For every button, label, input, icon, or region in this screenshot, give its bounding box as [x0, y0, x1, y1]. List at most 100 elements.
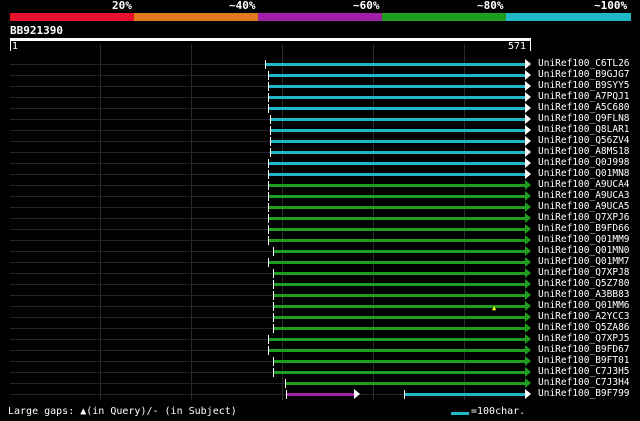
- hit-name-link[interactable]: UniRef100_Q5ZA86: [538, 322, 630, 333]
- hit-bar[interactable]: [273, 371, 525, 374]
- hit-start-cap: [273, 357, 274, 366]
- hit-arrow-icon: [525, 356, 531, 366]
- hit-name-link[interactable]: UniRef100_B9SYY5: [538, 80, 630, 91]
- hit-bar[interactable]: [268, 96, 525, 99]
- hit-bar[interactable]: [268, 195, 525, 198]
- hit-start-cap: [273, 280, 274, 289]
- hit-arrow-icon: [525, 202, 531, 212]
- hit-start-cap: [268, 159, 269, 168]
- hit-name-link[interactable]: UniRef100_B9FT01: [538, 355, 630, 366]
- hit-name-link[interactable]: UniRef100_Q7XPJ6: [538, 212, 630, 223]
- hit-bar[interactable]: [268, 206, 525, 209]
- hit-arrow-icon: [525, 367, 531, 377]
- hit-start-cap: [268, 181, 269, 190]
- hit-name-link[interactable]: UniRef100_Q7XPJ5: [538, 333, 630, 344]
- hit-arrow-icon: [525, 103, 531, 113]
- scale-label-40: ~40%: [229, 0, 256, 12]
- hit-name-link[interactable]: UniRef100_A9UCA3: [538, 190, 630, 201]
- scale-label-20: 20%: [112, 0, 132, 12]
- hit-name-link[interactable]: UniRef100_Q01MN8: [538, 168, 630, 179]
- hit-start-cap: [268, 93, 269, 102]
- hit-bar[interactable]: [273, 272, 525, 275]
- hit-bar[interactable]: [273, 283, 525, 286]
- hit-unaligned-region: [10, 317, 273, 318]
- hit-unaligned-region: [10, 119, 270, 120]
- hit-bar[interactable]: [270, 140, 525, 143]
- hit-bar[interactable]: [265, 63, 525, 66]
- hit-bar[interactable]: [268, 107, 525, 110]
- hit-bar[interactable]: [268, 338, 525, 341]
- hit-bar[interactable]: [268, 162, 525, 165]
- hit-name-link[interactable]: UniRef100_A3BB83: [538, 289, 630, 300]
- hit-start-cap: [404, 390, 405, 399]
- hit-bar[interactable]: [273, 305, 525, 308]
- hit-bar[interactable]: [270, 118, 525, 121]
- hit-bar[interactable]: [285, 382, 525, 385]
- hit-name-link[interactable]: UniRef100_Q56ZV4: [538, 135, 630, 146]
- hit-unaligned-region: [10, 97, 268, 98]
- hit-name-link[interactable]: UniRef100_Q9FLN8: [538, 113, 630, 124]
- hit-bar[interactable]: [268, 239, 525, 242]
- hit-arrow-icon: [525, 246, 531, 256]
- hit-bar[interactable]: [268, 228, 525, 231]
- scale-label-100: ~100%: [594, 0, 628, 12]
- hit-name-link[interactable]: UniRef100_B9F799: [538, 388, 630, 399]
- hit-name-link[interactable]: UniRef100_A9UCA5: [538, 201, 630, 212]
- hit-start-cap: [273, 247, 274, 256]
- hit-bar-segment[interactable]: [286, 393, 354, 396]
- hit-name-link[interactable]: UniRef100_A2YCC3: [538, 311, 630, 322]
- scale-segment-60: [258, 13, 382, 21]
- hit-name-link[interactable]: UniRef100_Q5Z780: [538, 278, 630, 289]
- scale-legend-text: =100char.: [471, 406, 526, 417]
- hit-name-link[interactable]: UniRef100_A9UCA4: [538, 179, 630, 190]
- hit-name-link[interactable]: UniRef100_Q7XPJ8: [538, 267, 630, 278]
- hit-arrow-icon: [525, 345, 531, 355]
- hit-arrow-icon: [525, 301, 531, 311]
- hit-arrow-icon: [525, 158, 531, 168]
- hit-bar[interactable]: [268, 349, 525, 352]
- hit-unaligned-region: [10, 163, 268, 164]
- hit-bar[interactable]: [273, 360, 525, 363]
- gaps-legend: Large gaps: ▲(in Query)/- (in Subject): [8, 406, 237, 417]
- hit-name-link[interactable]: UniRef100_A7PQJ1: [538, 91, 630, 102]
- hit-bar[interactable]: [270, 129, 525, 132]
- hit-bar[interactable]: [273, 327, 525, 330]
- hit-bar[interactable]: [273, 316, 525, 319]
- hit-name-link[interactable]: UniRef100_B9FD67: [538, 344, 630, 355]
- hit-name-link[interactable]: UniRef100_Q01MN0: [538, 245, 630, 256]
- hit-arrow-icon: [525, 323, 531, 333]
- hit-start-cap: [273, 302, 274, 311]
- hit-unaligned-region: [10, 185, 268, 186]
- hit-bar[interactable]: [268, 85, 525, 88]
- hit-name-link[interactable]: UniRef100_B9GJG7: [538, 69, 630, 80]
- hit-name-link[interactable]: UniRef100_C6TL26: [538, 58, 630, 69]
- hit-bar[interactable]: [268, 173, 525, 176]
- hit-name-link[interactable]: UniRef100_Q01MM6: [538, 300, 630, 311]
- hit-name-link[interactable]: UniRef100_Q0J998: [538, 157, 630, 168]
- hit-bar[interactable]: [273, 294, 525, 297]
- hit-arrow-icon: [354, 389, 360, 399]
- hit-bar[interactable]: [273, 250, 525, 253]
- hit-unaligned-region: [10, 152, 270, 153]
- hit-name-link[interactable]: UniRef100_B9FD66: [538, 223, 630, 234]
- hit-arrow-icon: [525, 389, 531, 399]
- hit-bar[interactable]: [268, 74, 525, 77]
- hit-arrow-icon: [525, 70, 531, 80]
- hit-bar[interactable]: [268, 261, 525, 264]
- hit-bar[interactable]: [270, 151, 525, 154]
- hit-name-link[interactable]: UniRef100_Q01MM7: [538, 256, 630, 267]
- hit-name-link[interactable]: UniRef100_A5C680: [538, 102, 630, 113]
- ruler-end-tick: [530, 41, 531, 51]
- hit-name-link[interactable]: UniRef100_C7J3H4: [538, 377, 630, 388]
- hit-name-link[interactable]: UniRef100_Q8LAR1: [538, 124, 630, 135]
- hit-name-link[interactable]: UniRef100_A8MS18: [538, 146, 630, 157]
- hit-bar[interactable]: [404, 393, 525, 396]
- hit-unaligned-region: [10, 75, 268, 76]
- hit-start-cap: [285, 379, 286, 388]
- hit-bar[interactable]: [268, 217, 525, 220]
- hit-name-link[interactable]: UniRef100_Q01MM9: [538, 234, 630, 245]
- hit-name-link[interactable]: UniRef100_C7J3H5: [538, 366, 630, 377]
- hit-bar[interactable]: [268, 184, 525, 187]
- hit-unaligned-region: [10, 130, 270, 131]
- hit-start-cap: [273, 291, 274, 300]
